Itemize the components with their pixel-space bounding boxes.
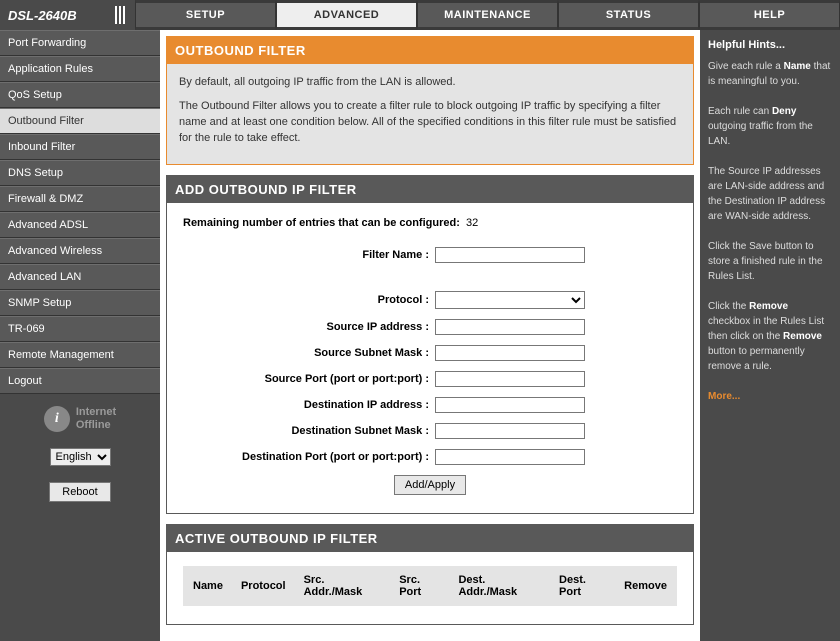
sidebar: Port Forwarding Application Rules QoS Se…: [0, 30, 160, 641]
info-icon: i: [44, 406, 70, 432]
sidebar-item-qos-setup[interactable]: QoS Setup: [0, 82, 160, 108]
main-wrap: Port Forwarding Application Rules QoS Se…: [0, 30, 840, 641]
sidebar-item-port-forwarding[interactable]: Port Forwarding: [0, 30, 160, 56]
tab-help[interactable]: HELP: [699, 0, 840, 30]
filter-name-input[interactable]: [435, 247, 585, 263]
label-dst-mask: Destination Subnet Mask :: [183, 425, 435, 437]
hint-1: Give each rule a Name that is meaningful…: [708, 59, 832, 89]
helpful-hints: Helpful Hints... Give each rule a Name t…: [700, 30, 840, 641]
add-outbound-panel: ADD OUTBOUND IP FILTER Remaining number …: [166, 175, 694, 514]
sidebar-item-remote-management[interactable]: Remote Management: [0, 342, 160, 368]
col-protocol: Protocol: [233, 568, 294, 604]
main-tabs: SETUP ADVANCED MAINTENANCE STATUS HELP: [135, 0, 840, 30]
col-name: Name: [185, 568, 231, 604]
col-src-addr: Src. Addr./Mask: [296, 568, 390, 604]
hints-title: Helpful Hints...: [708, 38, 832, 53]
active-filter-table: Name Protocol Src. Addr./Mask Src. Port …: [183, 566, 677, 606]
device-logo: DSL-2640B: [0, 0, 135, 30]
internet-state: Offline: [76, 419, 116, 432]
outbound-desc-1: By default, all outgoing IP traffic from…: [179, 74, 681, 90]
col-remove: Remove: [616, 568, 675, 604]
hint-5: Click the Remove checkbox in the Rules L…: [708, 299, 832, 374]
sidebar-item-inbound-filter[interactable]: Inbound Filter: [0, 134, 160, 160]
label-src-mask: Source Subnet Mask :: [183, 347, 435, 359]
hint-4: Click the Save button to store a finishe…: [708, 239, 832, 284]
tab-maintenance[interactable]: MAINTENANCE: [417, 0, 558, 30]
panel-title: ACTIVE OUTBOUND IP FILTER: [167, 525, 693, 552]
label-src-port: Source Port (port or port:port) :: [183, 373, 435, 385]
panel-title: OUTBOUND FILTER: [167, 37, 693, 64]
language-select[interactable]: English: [50, 448, 111, 466]
outbound-desc-2: The Outbound Filter allows you to create…: [179, 98, 681, 146]
label-src-ip: Source IP address :: [183, 321, 435, 333]
sidebar-item-tr069[interactable]: TR-069: [0, 316, 160, 342]
content: OUTBOUND FILTER By default, all outgoing…: [160, 30, 700, 641]
label-dst-ip: Destination IP address :: [183, 399, 435, 411]
tab-advanced[interactable]: ADVANCED: [276, 0, 417, 30]
dest-mask-input[interactable]: [435, 423, 585, 439]
sidebar-item-outbound-filter[interactable]: Outbound Filter: [0, 108, 160, 134]
col-src-port: Src. Port: [391, 568, 448, 604]
sidebar-item-snmp-setup[interactable]: SNMP Setup: [0, 290, 160, 316]
sidebar-item-application-rules[interactable]: Application Rules: [0, 56, 160, 82]
dest-port-input[interactable]: [435, 449, 585, 465]
tab-status[interactable]: STATUS: [558, 0, 699, 30]
top-bar: DSL-2640B SETUP ADVANCED MAINTENANCE STA…: [0, 0, 840, 30]
internet-status: i Internet Offline: [0, 406, 160, 432]
col-dest-addr: Dest. Addr./Mask: [450, 568, 549, 604]
label-dst-port: Destination Port (port or port:port) :: [183, 451, 435, 463]
protocol-select[interactable]: [435, 291, 585, 309]
more-link[interactable]: More...: [708, 389, 832, 404]
label-protocol: Protocol :: [183, 294, 435, 306]
active-filter-panel: ACTIVE OUTBOUND IP FILTER Name Protocol …: [166, 524, 694, 625]
hint-3: The Source IP addresses are LAN-side add…: [708, 164, 832, 224]
add-apply-button[interactable]: Add/Apply: [394, 475, 466, 495]
outbound-filter-panel: OUTBOUND FILTER By default, all outgoing…: [166, 36, 694, 165]
hint-2: Each rule can Deny outgoing traffic from…: [708, 104, 832, 149]
source-port-input[interactable]: [435, 371, 585, 387]
sidebar-item-dns-setup[interactable]: DNS Setup: [0, 160, 160, 186]
dest-ip-input[interactable]: [435, 397, 585, 413]
sidebar-item-advanced-lan[interactable]: Advanced LAN: [0, 264, 160, 290]
col-dest-port: Dest. Port: [551, 568, 614, 604]
sidebar-item-firewall-dmz[interactable]: Firewall & DMZ: [0, 186, 160, 212]
remaining-entries: Remaining number of entries that can be …: [183, 217, 677, 229]
internet-label: Internet: [76, 406, 116, 419]
sidebar-item-advanced-wireless[interactable]: Advanced Wireless: [0, 238, 160, 264]
tab-setup[interactable]: SETUP: [135, 0, 276, 30]
reboot-button[interactable]: Reboot: [49, 482, 110, 502]
sidebar-item-advanced-adsl[interactable]: Advanced ADSL: [0, 212, 160, 238]
source-ip-input[interactable]: [435, 319, 585, 335]
source-mask-input[interactable]: [435, 345, 585, 361]
panel-title: ADD OUTBOUND IP FILTER: [167, 176, 693, 203]
label-filter-name: Filter Name :: [183, 249, 435, 261]
sidebar-item-logout[interactable]: Logout: [0, 368, 160, 394]
